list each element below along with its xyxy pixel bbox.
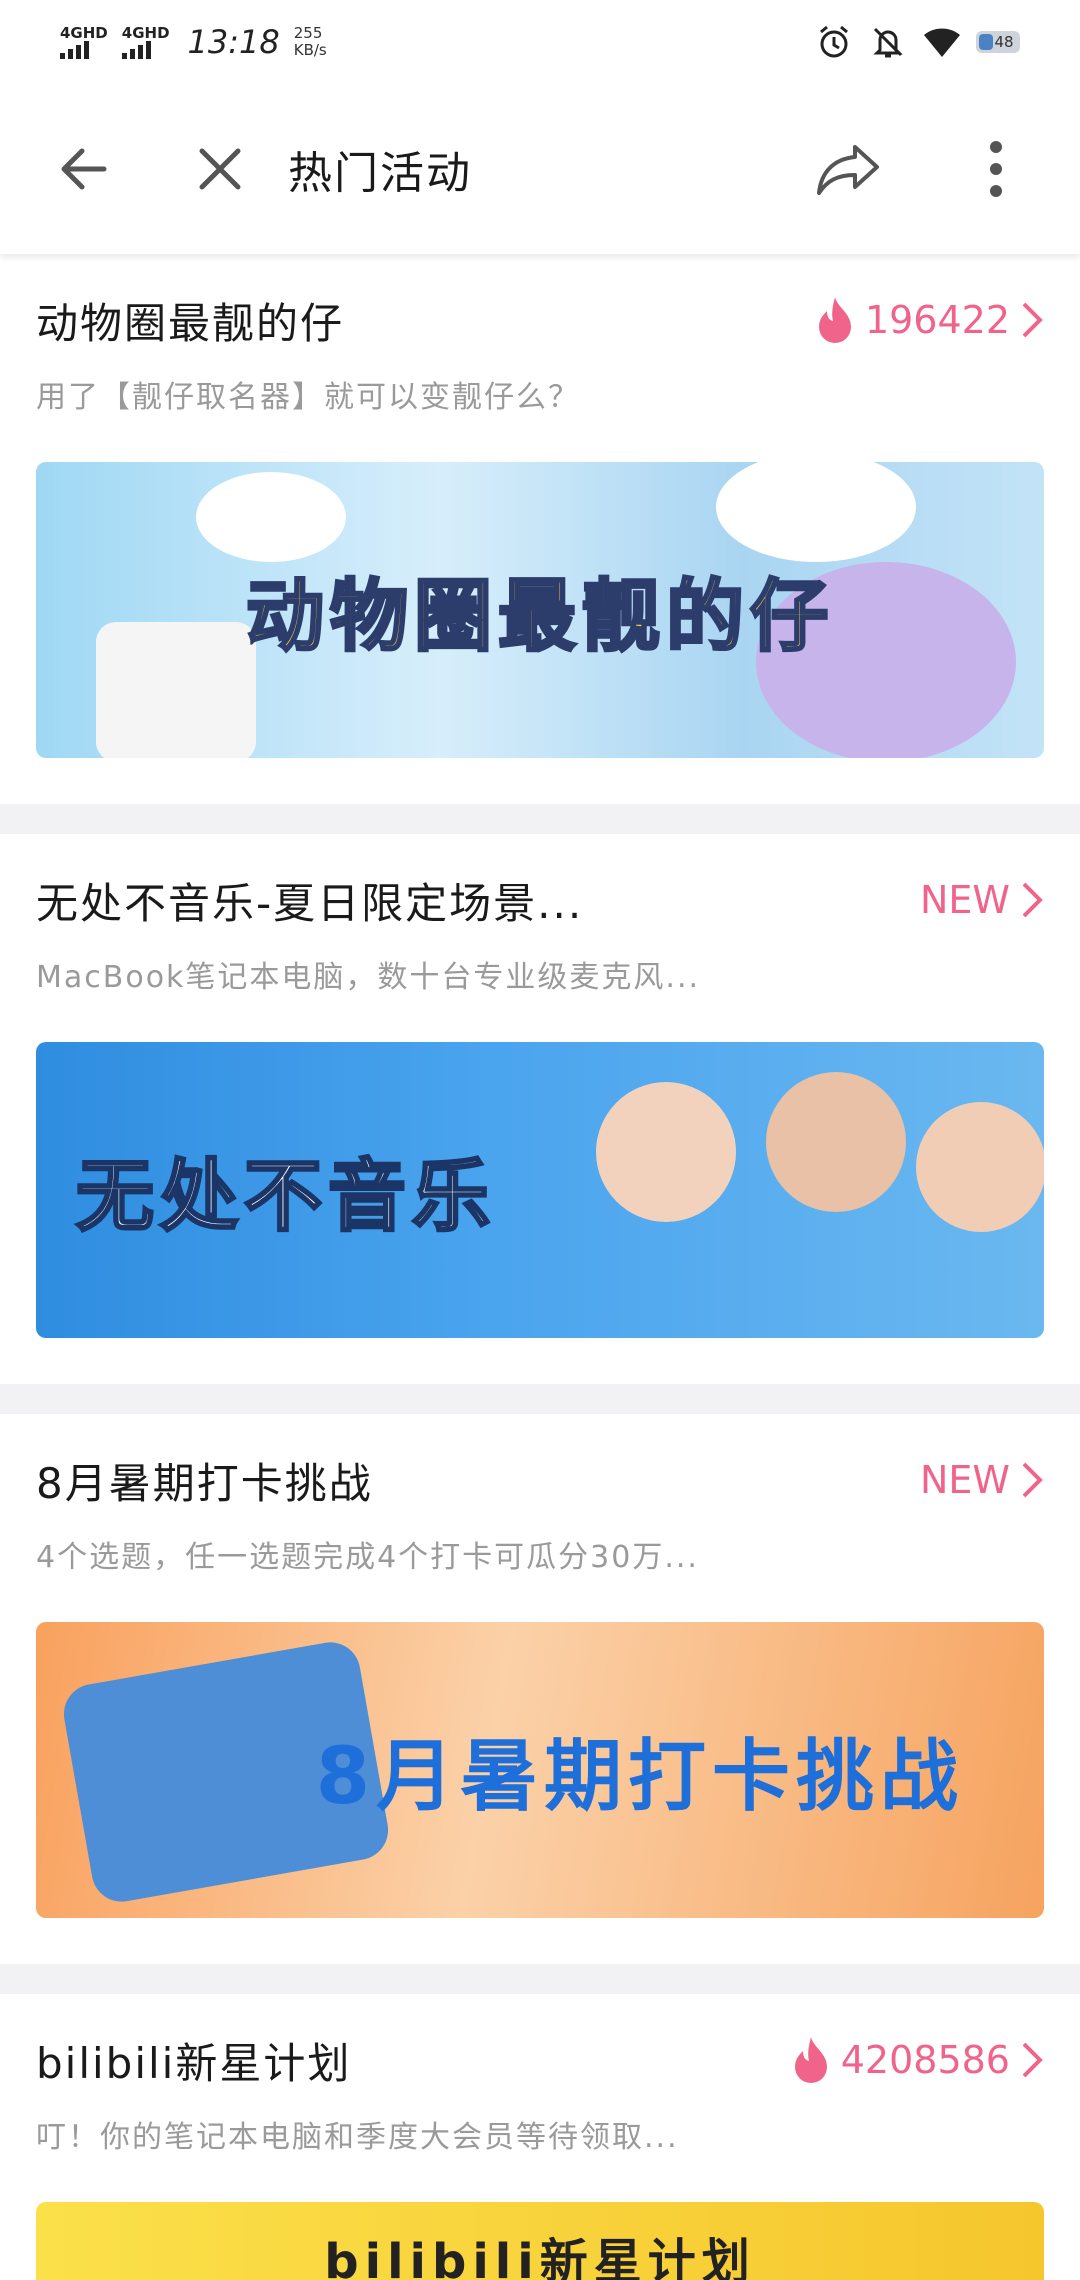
share-button[interactable] (804, 125, 892, 213)
tv-mascot-image (96, 622, 256, 758)
toolbar-actions (804, 125, 1040, 213)
activity-card[interactable]: 动物圈最靓的仔 196422 用了【靓仔取名器】就可以变靓仔么？ 动物圈最靓的仔 (0, 254, 1080, 804)
singer-portrait-image (916, 1102, 1044, 1232)
activity-card[interactable]: 8月暑期打卡挑战 NEW 4个选题，任一选题完成4个打卡可瓜分30万... 8月… (0, 1414, 1080, 1964)
banner-text: 无处不音乐 (74, 1151, 497, 1244)
card-header: 无处不音乐-夏日限定场景... NEW (36, 870, 1044, 930)
activity-description: MacBook笔记本电脑，数十台专业级麦克风... (36, 960, 701, 995)
more-vertical-icon (990, 141, 1002, 197)
share-icon (817, 145, 879, 195)
flame-icon (818, 297, 851, 343)
network-indicator-2: 4GHD (121, 25, 170, 59)
status-left: 4GHD 4GHD 13:18 255 KB/s (60, 23, 327, 61)
activity-banner[interactable]: 无处不音乐 (36, 1042, 1044, 1338)
activity-title: 动物圈最靓的仔 (36, 298, 345, 348)
banner-text: 8月暑期打卡挑战 (315, 1732, 964, 1822)
status-bar: 4GHD 4GHD 13:18 255 KB/s 48 (0, 0, 1080, 84)
chevron-right-icon (1022, 882, 1043, 918)
section-divider (0, 1384, 1080, 1414)
flame-icon (794, 2037, 827, 2083)
chevron-right-icon (1022, 1462, 1043, 1498)
activity-banner[interactable]: 动物圈最靓的仔 (36, 462, 1044, 758)
activity-description: 用了【靓仔取名器】就可以变靓仔么？ (36, 380, 580, 415)
network-speed: 255 KB/s (293, 24, 327, 59)
back-button[interactable] (40, 125, 128, 213)
banner-text: bilibili新星计划 (324, 2234, 756, 2280)
page-title: 热门活动 (288, 148, 472, 199)
activity-banner[interactable]: bilibili新星计划 (36, 2202, 1044, 2280)
card-header: 动物圈最靓的仔 196422 (36, 290, 1044, 350)
mute-bell-icon (868, 22, 908, 62)
top-toolbar: 热门活动 (0, 84, 1080, 254)
activity-title: 8月暑期打卡挑战 (36, 1458, 373, 1508)
back-arrow-icon (61, 148, 107, 190)
close-icon (199, 148, 241, 190)
activity-list: 动物圈最靓的仔 196422 用了【靓仔取名器】就可以变靓仔么？ 动物圈最靓的仔… (0, 254, 1080, 2280)
signal-bars-icon (60, 40, 89, 59)
activity-banner[interactable]: 8月暑期打卡挑战 (36, 1622, 1044, 1918)
activity-title: 无处不音乐-夏日限定场景... (36, 878, 584, 928)
signal-bars-icon (121, 40, 151, 59)
activity-description: 4个选题，任一选题完成4个打卡可瓜分30万... (36, 1540, 699, 1575)
activity-description: 叮！你的笔记本电脑和季度大会员等待领取... (36, 2120, 679, 2155)
section-divider (0, 1964, 1080, 1994)
chevron-right-icon (1022, 2042, 1043, 2078)
card-header: 8月暑期打卡挑战 NEW (36, 1450, 1044, 1510)
activity-tag: 4208586 (791, 2035, 1044, 2085)
activity-tag: NEW (920, 1458, 1044, 1502)
activity-tag: NEW (920, 878, 1044, 922)
status-right: 48 (814, 22, 1020, 62)
clock: 13:18 (187, 23, 280, 61)
singer-portrait-image (766, 1072, 906, 1212)
cloud-decoration (196, 472, 346, 562)
card-header: bilibili新星计划 4208586 (36, 2030, 1044, 2090)
network-indicator-1: 4GHD (60, 25, 108, 59)
more-button[interactable] (952, 125, 1040, 213)
new-badge: NEW (919, 878, 1010, 922)
alarm-icon (814, 22, 854, 62)
banner-text: 动物圈最靓的仔 (244, 571, 834, 664)
activity-tag: 196422 (815, 295, 1044, 345)
cloud-decoration (716, 462, 916, 562)
new-badge: NEW (919, 1458, 1010, 1502)
activity-title: bilibili新星计划 (36, 2038, 352, 2088)
singer-portrait-image (596, 1082, 736, 1222)
close-button[interactable] (176, 125, 264, 213)
activity-card[interactable]: bilibili新星计划 4208586 叮！你的笔记本电脑和季度大会员等待领取… (0, 1994, 1080, 2280)
wifi-icon (922, 22, 962, 62)
section-divider (0, 804, 1080, 834)
activity-card[interactable]: 无处不音乐-夏日限定场景... NEW MacBook笔记本电脑，数十台专业级麦… (0, 834, 1080, 1384)
chevron-right-icon (1022, 302, 1043, 338)
battery-indicator: 48 (976, 31, 1020, 53)
